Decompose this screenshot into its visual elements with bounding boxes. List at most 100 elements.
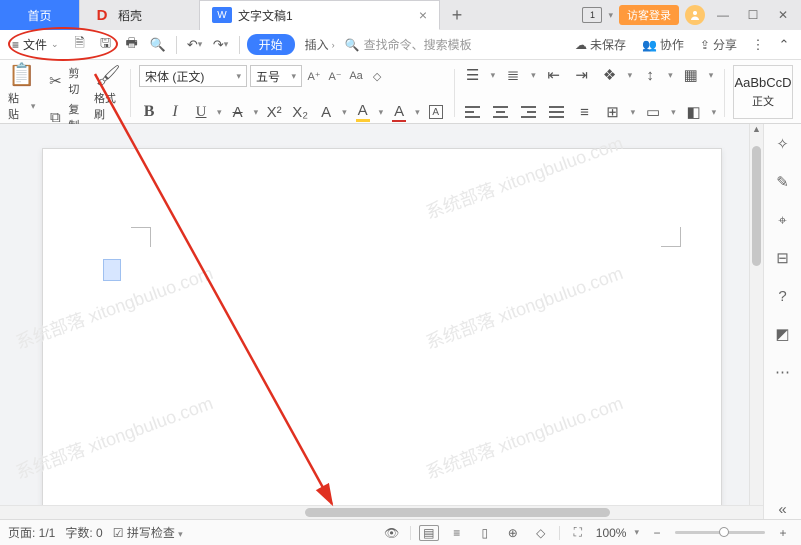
font-color-icon[interactable]: A [389,102,409,122]
cut-button[interactable]: ✂剪切 [45,65,84,97]
vertical-scrollbar[interactable]: ▲ ▼ [749,124,763,519]
maximize-button[interactable]: ☐ [741,3,765,27]
coop-button[interactable]: 👥协作 [636,36,690,53]
strike-icon[interactable]: A [228,102,248,122]
scroll-thumb[interactable] [305,508,610,517]
page-thumbnail-icon[interactable] [103,259,121,281]
highlight-icon[interactable]: A [353,102,373,122]
print-preview-icon[interactable]: 🔍 [147,34,169,56]
spark-icon[interactable]: ✧ [773,134,793,154]
status-page[interactable]: 页面: 1/1 [8,524,55,541]
zoom-knob[interactable] [719,527,729,537]
view-focus-icon[interactable]: ◇ [531,526,551,540]
align-left-icon[interactable] [463,102,483,122]
ribbon-tab-start[interactable]: 开始 [247,34,295,55]
indent-inc-icon[interactable]: ⇥ [572,65,592,85]
brush-icon[interactable]: 🖌 [95,65,120,85]
guest-login-button[interactable]: 访客登录 [619,5,679,25]
view-page-icon[interactable]: ▤ [419,525,439,541]
strike-drop-icon[interactable]: ▾ [254,107,259,118]
view-outline-icon[interactable]: ≡ [447,526,467,540]
unsaved-indicator[interactable]: ☁未保存 [569,36,632,53]
borders-drop-icon[interactable]: ▾ [671,107,676,118]
line-spacing-icon[interactable]: ↕ [640,65,660,85]
underline-drop-icon[interactable]: ▾ [217,107,222,118]
redo-icon[interactable]: ↷▾ [210,34,232,56]
tab-document[interactable]: W 文字文稿1 × [200,0,440,30]
avatar[interactable] [685,5,705,25]
text-effects-icon[interactable]: A [316,102,336,122]
collapse-ribbon-icon[interactable]: ⌃ [773,34,795,56]
eye-icon[interactable]: 👁 [382,526,402,540]
horizontal-scrollbar[interactable] [0,505,763,519]
font-size-select[interactable]: 五号▾ [250,65,302,87]
numbering-drop-icon[interactable]: ▾ [531,70,536,81]
save-icon[interactable]: 🖫 [95,34,117,56]
spacing-drop-icon[interactable]: ▾ [668,70,673,81]
chevron-down-icon[interactable]: ▾ [608,10,613,21]
paste-icon[interactable]: 📋 [8,65,35,85]
scroll-up-icon[interactable]: ▲ [750,124,763,138]
style-normal[interactable]: AaBbCcD 正文 [733,65,793,119]
underline-icon[interactable]: U [191,102,211,122]
distribute-icon[interactable]: ≡ [575,102,595,122]
slider-settings-icon[interactable]: ⊟ [773,248,793,268]
view-read-icon[interactable]: ▯ [475,526,495,540]
ribbon-tab-insert[interactable]: 插入› [299,36,341,53]
bold-icon[interactable]: B [139,102,159,122]
numbering-icon[interactable]: ≣ [503,65,523,85]
status-words[interactable]: 字数: 0 [65,524,102,541]
indent-dec-icon[interactable]: ⇤ [544,65,564,85]
zoom-out-icon[interactable]: − [647,526,667,540]
pointer-icon[interactable]: ⌖ [773,210,793,230]
italic-icon[interactable]: I [165,102,185,122]
fit-icon[interactable]: ⛶ [568,525,588,540]
zoom-slider[interactable] [675,531,765,534]
dir-drop-icon[interactable]: ▾ [628,70,633,81]
share-button[interactable]: ⇪分享 [694,36,743,53]
window-counter[interactable]: 1 [582,7,602,23]
font-name-select[interactable]: 宋体 (正文)▾ [139,65,247,87]
tab-daoke[interactable]: D 稻壳 [80,0,200,30]
fontcolor-drop-icon[interactable]: ▾ [415,107,420,118]
bullets-drop-icon[interactable]: ▾ [491,70,496,81]
decrease-font-icon[interactable]: A⁻ [326,70,344,83]
align-center-icon[interactable] [491,102,511,122]
close-window-button[interactable]: ✕ [771,3,795,27]
clip-icon[interactable]: ◩ [773,324,793,344]
para-shading-icon[interactable]: ◧ [684,102,704,122]
effects-drop-icon[interactable]: ▾ [342,107,347,118]
close-tab-icon[interactable]: × [419,7,427,23]
pen-icon[interactable]: ✎ [773,172,793,192]
text-direction-icon[interactable]: ❖ [600,65,620,85]
print-icon[interactable]: 🖶 [121,34,143,56]
new-tab-button[interactable]: + [440,0,474,30]
status-spellcheck[interactable]: ☑ 拼写检查 ▾ [113,524,183,541]
help-icon[interactable]: ? [773,286,793,306]
clear-format-icon[interactable]: ◇ [368,70,386,83]
scroll-thumb[interactable] [752,146,761,266]
tabs-drop-icon[interactable]: ▾ [631,107,636,118]
autosave-icon[interactable]: 🗎 [69,34,91,56]
superscript-icon[interactable]: X² [264,102,284,122]
shading-icon[interactable]: ▦ [681,65,701,85]
command-search[interactable]: 🔍 查找命令、搜索模板 [345,36,472,53]
undo-icon[interactable]: ↶▾ [184,34,206,56]
view-web-icon[interactable]: ⊕ [503,526,523,540]
tab-stops-icon[interactable]: ⊞ [603,102,623,122]
file-menu[interactable]: ≡ 文件 ⌄ [6,36,65,53]
minimize-button[interactable]: — [711,3,735,27]
increase-font-icon[interactable]: A⁺ [305,70,323,83]
char-border-icon[interactable]: A [426,102,446,122]
collapse-side-icon[interactable]: « [773,499,793,519]
zoom-value[interactable]: 100% [596,526,627,540]
zoom-in-icon[interactable]: + [773,526,793,540]
tab-home[interactable]: 首页 [0,0,80,30]
borders-icon[interactable]: ▭ [643,102,663,122]
shading-drop-icon[interactable]: ▾ [709,70,714,81]
page[interactable] [42,148,722,519]
highlight-drop-icon[interactable]: ▾ [379,107,384,118]
paste-drop-icon[interactable]: ▾ [31,101,36,112]
change-case-icon[interactable]: Aa [347,70,365,82]
subscript-icon[interactable]: X₂ [290,102,310,122]
